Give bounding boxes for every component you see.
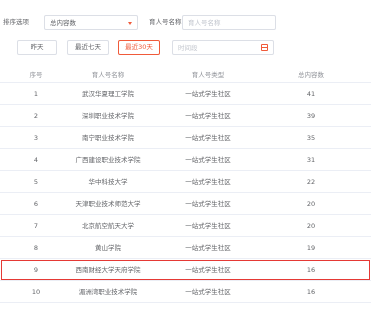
cell-type: 一站式学生社区 [185,266,231,274]
cell-no: 3 [33,134,39,142]
col-header-name: 育人号名称 [91,71,125,79]
cell-type: 一站式学生社区 [185,288,231,296]
table-row[interactable]: 10 湄洲湾职业技术学院 一站式学生社区 16 [0,281,371,303]
cell-no: 2 [33,112,39,120]
table-row-highlighted[interactable]: 9 西南财经大学天府学院 一站式学生社区 16 [0,259,371,281]
name-label: 育人号名称 [149,18,182,26]
table-row[interactable]: 8 黄山学院 一站式学生社区 19 [0,237,371,259]
cell-name: 华中科技大学 [88,178,128,186]
table-row[interactable]: 5 华中科技大学 一站式学生社区 22 [0,171,371,193]
table-row[interactable]: 6 天津职业技术师范大学 一站式学生社区 20 [0,193,371,215]
ranking-table: 序号 育人号名称 育人号类型 总内容数 1 武汉华夏理工学院 一站式学生社区 4… [0,67,371,303]
cell-name: 黄山学院 [95,244,121,252]
cell-type: 一站式学生社区 [185,178,231,186]
cell-type: 一站式学生社区 [185,222,231,230]
cell-type: 一站式学生社区 [185,112,231,120]
cell-no: 1 [33,90,39,98]
cell-type: 一站式学生社区 [185,134,231,142]
sort-label: 排序选项 [3,18,29,26]
cell-no: 8 [33,244,39,252]
table-row[interactable]: 3 南宁职业技术学院 一站式学生社区 35 [0,127,371,149]
chevron-down-icon [128,22,132,25]
table-header: 序号 育人号名称 育人号类型 总内容数 [0,67,371,83]
table-row[interactable]: 7 北京航空航天大学 一站式学生社区 20 [0,215,371,237]
cell-name: 西南财经大学天府学院 [75,266,141,274]
table-row[interactable]: 4 广西建设职业技术学院 一站式学生社区 31 [0,149,371,171]
cell-count: 39 [306,112,316,120]
name-search-input[interactable]: 育人号名称 [182,15,276,30]
table-row[interactable]: 1 武汉华夏理工学院 一站式学生社区 41 [0,83,371,105]
cell-name: 湄洲湾职业技术学院 [78,288,138,296]
cell-count: 20 [306,200,316,208]
col-header-no: 序号 [29,71,43,79]
cell-name: 南宁职业技术学院 [82,134,134,142]
cell-count: 22 [306,178,316,186]
cell-type: 一站式学生社区 [185,90,231,98]
cell-count: 41 [306,90,316,98]
table-row[interactable]: 2 深圳职业技术学院 一站式学生社区 39 [0,105,371,127]
cell-name: 广西建设职业技术学院 [75,156,141,164]
cell-no: 7 [33,222,39,230]
cell-type: 一站式学生社区 [185,200,231,208]
cell-no: 4 [33,156,39,164]
sort-select-value: 总内容数 [50,19,76,27]
cell-count: 35 [306,134,316,142]
cell-count: 16 [306,288,316,296]
col-header-count: 总内容数 [298,71,324,79]
yesterday-button[interactable]: 昨天 [17,40,57,55]
cell-no: 6 [33,200,39,208]
cell-count: 19 [306,244,316,252]
last-30-days-button[interactable]: 最近30天 [118,40,160,55]
cell-name: 北京航空航天大学 [82,222,134,230]
cell-count: 31 [306,156,316,164]
cell-no: 5 [33,178,39,186]
cell-name: 天津职业技术师范大学 [75,200,141,208]
cell-no: 10 [31,288,41,296]
cell-name: 武汉华夏理工学院 [82,90,134,98]
cell-name: 深圳职业技术学院 [82,112,134,120]
last-7-days-button[interactable]: 最近七天 [67,40,109,55]
cell-count: 16 [306,266,316,274]
cell-count: 20 [306,222,316,230]
name-search-placeholder: 育人号名称 [188,19,221,27]
calendar-icon [261,44,268,51]
date-range-picker[interactable]: 时间段 [172,40,274,55]
cell-type: 一站式学生社区 [185,156,231,164]
cell-type: 一站式学生社区 [185,244,231,252]
col-header-type: 育人号类型 [191,71,225,79]
sort-select[interactable]: 总内容数 [44,15,138,30]
date-range-placeholder: 时间段 [178,44,198,52]
cell-no: 9 [33,266,39,274]
